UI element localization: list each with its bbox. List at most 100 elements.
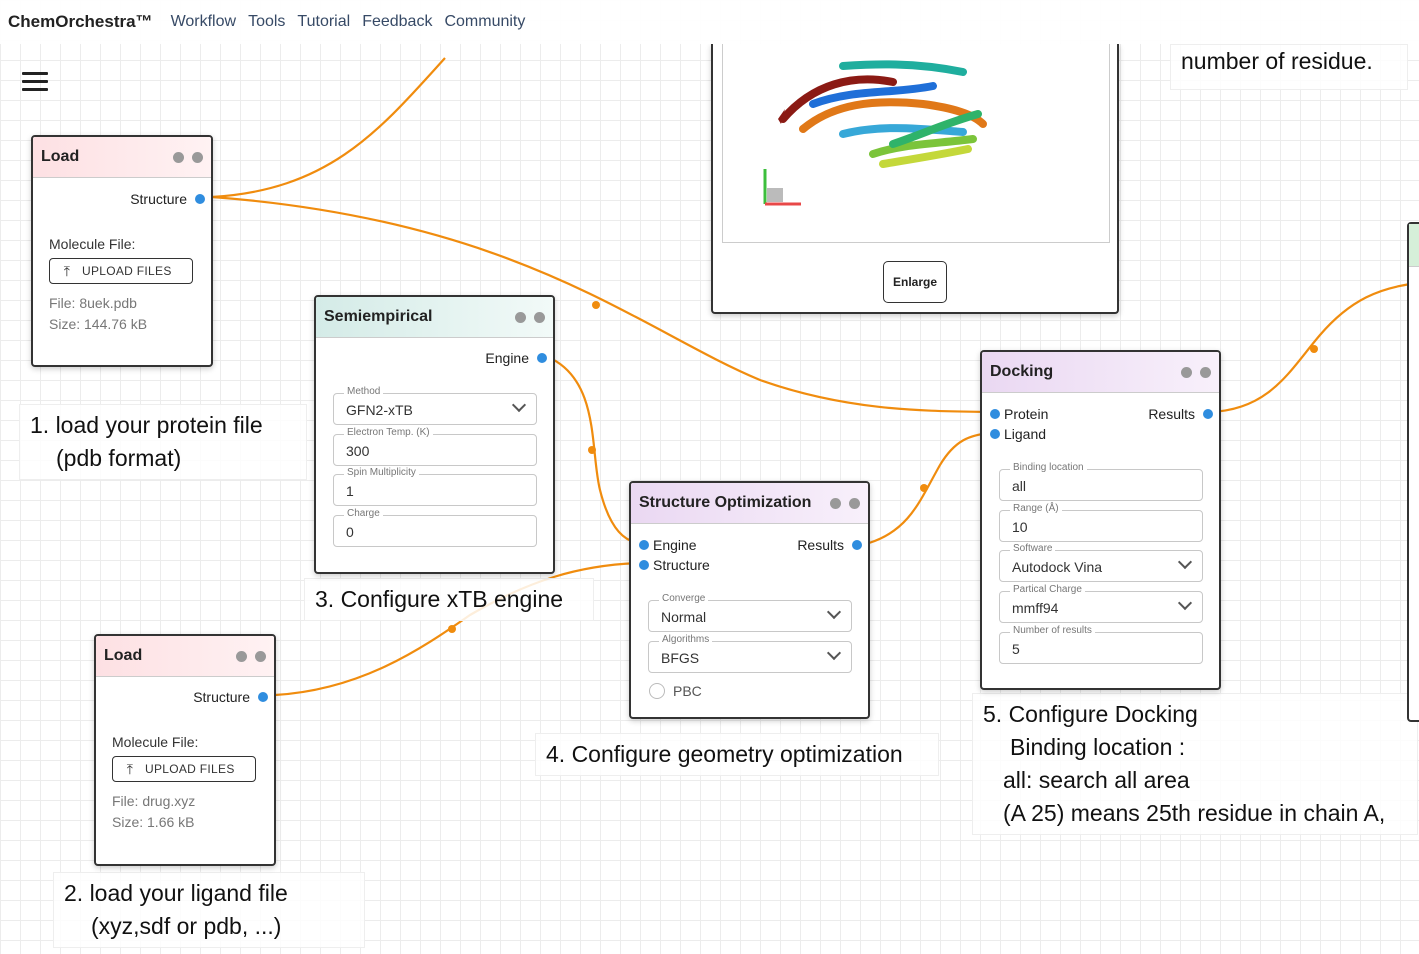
- annotation-text: 5. Configure Docking: [983, 701, 1198, 727]
- field-label: Range (Å): [1010, 503, 1062, 514]
- wire-optimization-to-docking: [868, 431, 991, 545]
- annotation-text: (A 25) means 25th residue in chain A,: [1003, 800, 1386, 826]
- annotation-step-2[interactable]: 2. load your ligand file (xyz,sdf or pdb…: [53, 872, 365, 948]
- annotation-step-5[interactable]: 5. Configure Docking Binding location : …: [972, 693, 1418, 835]
- menu-icon[interactable]: [22, 72, 48, 92]
- minimize-icon[interactable]: [173, 151, 184, 163]
- node-title: Structure Optimization: [639, 494, 812, 511]
- output-port-engine[interactable]: Engine: [485, 350, 547, 366]
- spin-multiplicity-field[interactable]: Spin Multiplicity 1: [333, 467, 537, 506]
- node-title: Semiempirical: [324, 308, 433, 325]
- load-protein-node[interactable]: Load Structure Molecule File: ⤒ UPLOAD F…: [31, 135, 213, 367]
- port-dot[interactable]: [195, 194, 205, 204]
- node-header[interactable]: Docking: [982, 352, 1219, 393]
- annotation-text: (xyz,sdf or pdb, ...): [91, 913, 282, 939]
- wire-docking-to-offscreen: [1209, 281, 1419, 414]
- input-port-protein[interactable]: Protein: [990, 406, 1048, 422]
- port-dot[interactable]: [537, 353, 547, 363]
- close-icon[interactable]: [255, 650, 266, 662]
- field-value: GFN2-xTB: [346, 402, 413, 418]
- port-dot[interactable]: [852, 540, 862, 550]
- node-header[interactable]: Load: [96, 636, 274, 677]
- node-header: [1409, 224, 1419, 267]
- port-label: Protein: [1004, 406, 1049, 422]
- nav-feedback[interactable]: Feedback: [362, 13, 432, 31]
- semiempirical-node[interactable]: Semiempirical Engine Method GFN2-xTB Ele…: [314, 295, 555, 574]
- upload-label: UPLOAD FILES: [145, 762, 235, 776]
- molecule-viewer-panel: Enlarge: [711, 44, 1119, 314]
- port-dot[interactable]: [639, 540, 649, 550]
- nav-workflow[interactable]: Workflow: [171, 13, 237, 31]
- range-field[interactable]: Range (Å) 10: [999, 503, 1203, 542]
- number-of-results-field[interactable]: Number of results 5: [999, 625, 1203, 664]
- molecule-viewer-canvas[interactable]: [722, 44, 1110, 243]
- chevron-down-icon: [826, 645, 842, 661]
- input-port-engine[interactable]: Engine: [639, 537, 697, 553]
- annotation-step-4[interactable]: 4. Configure geometry optimization: [535, 733, 939, 776]
- minimize-icon[interactable]: [515, 311, 526, 323]
- brand-logo[interactable]: ChemOrchestra™: [8, 12, 153, 32]
- chevron-down-icon: [511, 397, 527, 413]
- minimize-icon[interactable]: [236, 650, 247, 662]
- node-header[interactable]: Structure Optimization: [631, 483, 868, 524]
- wire-engine-to-optimization: [547, 355, 641, 545]
- software-select[interactable]: Software Autodock Vina: [999, 543, 1203, 582]
- output-port-results[interactable]: Results: [1148, 406, 1213, 422]
- close-icon[interactable]: [192, 151, 203, 163]
- upload-files-button[interactable]: ⤒ UPLOAD FILES: [112, 756, 256, 782]
- port-dot[interactable]: [1203, 409, 1213, 419]
- binding-location-field[interactable]: Binding location all: [999, 462, 1203, 501]
- file-name: File: drug.xyz: [112, 793, 196, 809]
- chevron-down-icon: [1177, 554, 1193, 570]
- port-label: Structure: [653, 557, 710, 573]
- port-dot[interactable]: [990, 409, 1000, 419]
- input-port-ligand[interactable]: Ligand: [990, 426, 1046, 442]
- node-header[interactable]: Semiempirical: [316, 297, 553, 338]
- electron-temp-field[interactable]: Electron Temp. (K) 300: [333, 427, 537, 466]
- minimize-icon[interactable]: [1181, 366, 1192, 378]
- partial-charge-select[interactable]: Partical Charge mmff94: [999, 584, 1203, 623]
- port-dot[interactable]: [990, 429, 1000, 439]
- pbc-checkbox[interactable]: [649, 683, 665, 699]
- annotation-text: 4. Configure geometry optimization: [546, 741, 903, 767]
- upload-icon: ⤒: [126, 760, 134, 777]
- offscreen-node[interactable]: [1407, 222, 1419, 722]
- close-icon[interactable]: [534, 311, 545, 323]
- close-icon[interactable]: [849, 497, 860, 509]
- charge-field[interactable]: Charge 0: [333, 508, 537, 547]
- field-value: Normal: [661, 609, 707, 625]
- annotation-top-right[interactable]: number of residue.: [1170, 44, 1408, 90]
- field-label: Binding location: [1010, 462, 1087, 473]
- enlarge-button[interactable]: Enlarge: [883, 261, 947, 303]
- algorithms-select[interactable]: Algorithms BFGS: [648, 634, 852, 673]
- method-select[interactable]: Method GFN2-xTB: [333, 386, 537, 425]
- output-port-structure[interactable]: Structure: [130, 191, 205, 207]
- minimize-icon[interactable]: [830, 497, 841, 509]
- load-ligand-node[interactable]: Load Structure Molecule File: ⤒ UPLOAD F…: [94, 634, 276, 866]
- field-value: 10: [1012, 519, 1028, 535]
- annotation-text: 2. load your ligand file: [64, 880, 288, 906]
- port-label: Results: [797, 537, 844, 553]
- nav-tutorial[interactable]: Tutorial: [297, 13, 350, 31]
- converge-select[interactable]: Converge Normal: [648, 593, 852, 632]
- annotation-step-1[interactable]: 1. load your protein file (pdb format): [19, 404, 307, 480]
- structure-optimization-node[interactable]: Structure Optimization Engine Structure …: [629, 481, 870, 719]
- node-header[interactable]: Load: [33, 137, 211, 178]
- port-label: Structure: [130, 191, 187, 207]
- upload-icon: ⤒: [63, 262, 71, 279]
- port-dot[interactable]: [639, 560, 649, 570]
- upload-files-button[interactable]: ⤒ UPLOAD FILES: [49, 258, 193, 284]
- close-icon[interactable]: [1200, 366, 1211, 378]
- input-port-structure[interactable]: Structure: [639, 557, 710, 573]
- annotation-step-3[interactable]: 3. Configure xTB engine: [304, 578, 594, 621]
- output-port-results[interactable]: Results: [797, 537, 862, 553]
- output-port-structure[interactable]: Structure: [193, 689, 268, 705]
- field-label: Converge: [659, 593, 709, 604]
- nav-tools[interactable]: Tools: [248, 13, 285, 31]
- chevron-down-icon: [1177, 595, 1193, 611]
- nav-community[interactable]: Community: [444, 13, 525, 31]
- port-label: Results: [1148, 406, 1195, 422]
- port-label: Ligand: [1004, 426, 1047, 442]
- docking-node[interactable]: Docking Protein Ligand Results Binding l…: [980, 350, 1221, 690]
- port-dot[interactable]: [258, 692, 268, 702]
